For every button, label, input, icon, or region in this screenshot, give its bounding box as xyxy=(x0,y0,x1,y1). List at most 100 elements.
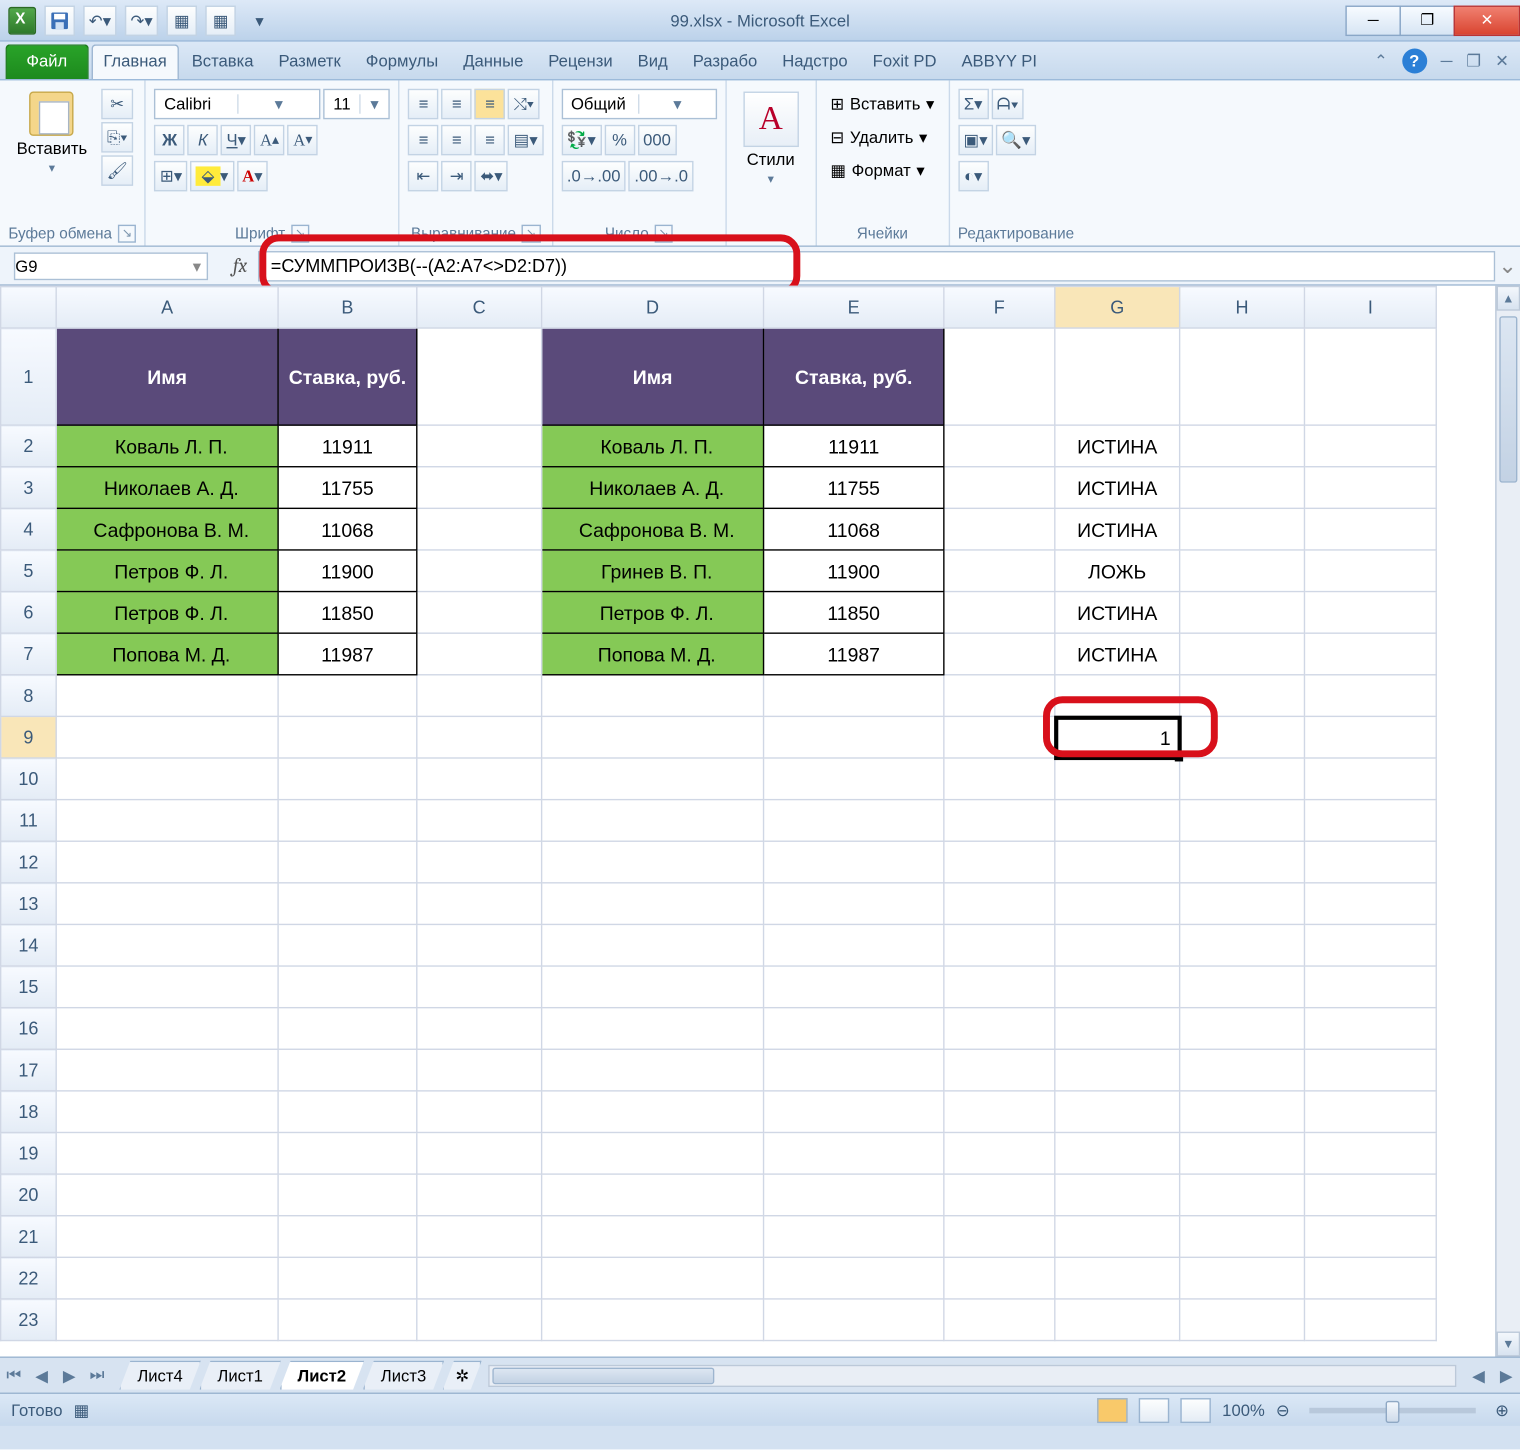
tab-file[interactable]: Файл xyxy=(6,44,89,79)
cell-H1[interactable] xyxy=(1180,328,1305,425)
align-bot[interactable]: ≡ xyxy=(475,89,506,120)
cell-I2[interactable] xyxy=(1304,425,1436,467)
percent[interactable]: % xyxy=(604,125,635,156)
col-header-A[interactable]: A xyxy=(56,286,278,328)
cell-D2[interactable]: Коваль Л. П. xyxy=(542,425,764,467)
bold-button[interactable]: Ж xyxy=(154,125,185,156)
cell-I1[interactable] xyxy=(1304,328,1436,425)
cell-A14[interactable] xyxy=(56,924,278,966)
cell-F1[interactable] xyxy=(944,328,1055,425)
cell-C1[interactable] xyxy=(417,328,542,425)
cell-D11[interactable] xyxy=(542,800,764,842)
cell-E8[interactable] xyxy=(764,675,944,717)
cell-F21[interactable] xyxy=(944,1216,1055,1258)
cell-I19[interactable] xyxy=(1304,1132,1436,1174)
font-size-dropdown[interactable]: 11▾ xyxy=(324,89,391,120)
vertical-scrollbar[interactable]: ▲ ▼ xyxy=(1495,286,1520,1357)
cell-H12[interactable] xyxy=(1180,841,1305,883)
indent-inc[interactable]: ⇥ xyxy=(441,161,472,192)
cell-G13[interactable] xyxy=(1055,883,1180,925)
cell-C22[interactable] xyxy=(417,1257,542,1299)
font-color-button[interactable]: A▾ xyxy=(237,161,268,192)
cell-I18[interactable] xyxy=(1304,1091,1436,1133)
cell-G8[interactable] xyxy=(1055,675,1180,717)
cell-D10[interactable] xyxy=(542,758,764,800)
cell-E11[interactable] xyxy=(764,800,944,842)
view-pagelayout[interactable] xyxy=(1139,1397,1170,1422)
merge[interactable]: ⬌▾ xyxy=(475,161,508,192)
cell-B11[interactable] xyxy=(278,800,417,842)
cell-F11[interactable] xyxy=(944,800,1055,842)
cell-F12[interactable] xyxy=(944,841,1055,883)
cell-D19[interactable] xyxy=(542,1132,764,1174)
cell-B16[interactable] xyxy=(278,1008,417,1050)
cell-C17[interactable] xyxy=(417,1049,542,1091)
insert-cells[interactable]: ⊞Вставить ▾ xyxy=(825,89,940,120)
number-format-dropdown[interactable]: Общий▾ xyxy=(561,89,716,120)
cell-C16[interactable] xyxy=(417,1008,542,1050)
cell-H21[interactable] xyxy=(1180,1216,1305,1258)
cell-C3[interactable] xyxy=(417,467,542,509)
sort-filter[interactable]: ᗩ▾ xyxy=(991,89,1024,120)
format-painter-button[interactable]: 🖌 xyxy=(101,155,133,186)
row-header-16[interactable]: 16 xyxy=(1,1008,56,1050)
cell-I21[interactable] xyxy=(1304,1216,1436,1258)
cell-A11[interactable] xyxy=(56,800,278,842)
cell-B23[interactable] xyxy=(278,1299,417,1341)
cell-D7[interactable]: Попова М. Д. xyxy=(542,633,764,675)
sheet-nav-first[interactable]: ⏮ xyxy=(0,1361,28,1389)
cell-I4[interactable] xyxy=(1304,508,1436,550)
cell-F8[interactable] xyxy=(944,675,1055,717)
cell-E23[interactable] xyxy=(764,1299,944,1341)
cell-E16[interactable] xyxy=(764,1008,944,1050)
align-top[interactable]: ≡ xyxy=(408,89,439,120)
cell-G11[interactable] xyxy=(1055,800,1180,842)
tab-foxit pd[interactable]: Foxit PD xyxy=(860,44,949,79)
row-header-14[interactable]: 14 xyxy=(1,924,56,966)
cell-E19[interactable] xyxy=(764,1132,944,1174)
hscroll-left[interactable]: ◀ xyxy=(1465,1361,1493,1389)
autosum[interactable]: Σ▾ xyxy=(958,89,989,120)
window-close[interactable]: ✕ xyxy=(1454,5,1520,36)
cell-G9[interactable]: 1 xyxy=(1055,716,1180,758)
zoom-in[interactable]: ⊕ xyxy=(1495,1400,1509,1419)
cell-B7[interactable]: 11987 xyxy=(278,633,417,675)
cell-F18[interactable] xyxy=(944,1091,1055,1133)
cell-C2[interactable] xyxy=(417,425,542,467)
cell-E2[interactable]: 11911 xyxy=(764,425,944,467)
col-header-G[interactable]: G xyxy=(1055,286,1180,328)
cell-B22[interactable] xyxy=(278,1257,417,1299)
cell-B18[interactable] xyxy=(278,1091,417,1133)
col-header-E[interactable]: E xyxy=(764,286,944,328)
cell-A13[interactable] xyxy=(56,883,278,925)
cell-G2[interactable]: ИСТИНА xyxy=(1055,425,1180,467)
find[interactable]: 🔍▾ xyxy=(996,125,1036,156)
horizontal-scrollbar[interactable] xyxy=(489,1364,1457,1386)
cell-E15[interactable] xyxy=(764,966,944,1008)
cell-E4[interactable]: 11068 xyxy=(764,508,944,550)
cell-G12[interactable] xyxy=(1055,841,1180,883)
dec-inc[interactable]: .0→.00 xyxy=(561,161,626,192)
macro-icon[interactable]: ▦ xyxy=(74,1400,90,1419)
sheet-tab-Лист1[interactable]: Лист1 xyxy=(199,1361,280,1390)
cell-H17[interactable] xyxy=(1180,1049,1305,1091)
cell-B2[interactable]: 11911 xyxy=(278,425,417,467)
cell-I13[interactable] xyxy=(1304,883,1436,925)
col-header-B[interactable]: B xyxy=(278,286,417,328)
cell-E21[interactable] xyxy=(764,1216,944,1258)
cell-F2[interactable] xyxy=(944,425,1055,467)
clear[interactable]: ◐▾ xyxy=(958,161,989,192)
cell-G5[interactable]: ЛОЖЬ xyxy=(1055,550,1180,592)
cell-D9[interactable] xyxy=(542,716,764,758)
cell-H8[interactable] xyxy=(1180,675,1305,717)
cell-G14[interactable] xyxy=(1055,924,1180,966)
qat-redo[interactable]: ↷▾ xyxy=(125,5,158,36)
cell-E7[interactable]: 11987 xyxy=(764,633,944,675)
cell-H18[interactable] xyxy=(1180,1091,1305,1133)
cell-D13[interactable] xyxy=(542,883,764,925)
underline-button[interactable]: Ч▾ xyxy=(221,125,252,156)
cell-C19[interactable] xyxy=(417,1132,542,1174)
cell-E5[interactable]: 11900 xyxy=(764,550,944,592)
paste-button[interactable]: Вставить ▾ xyxy=(8,89,95,179)
cell-I9[interactable] xyxy=(1304,716,1436,758)
